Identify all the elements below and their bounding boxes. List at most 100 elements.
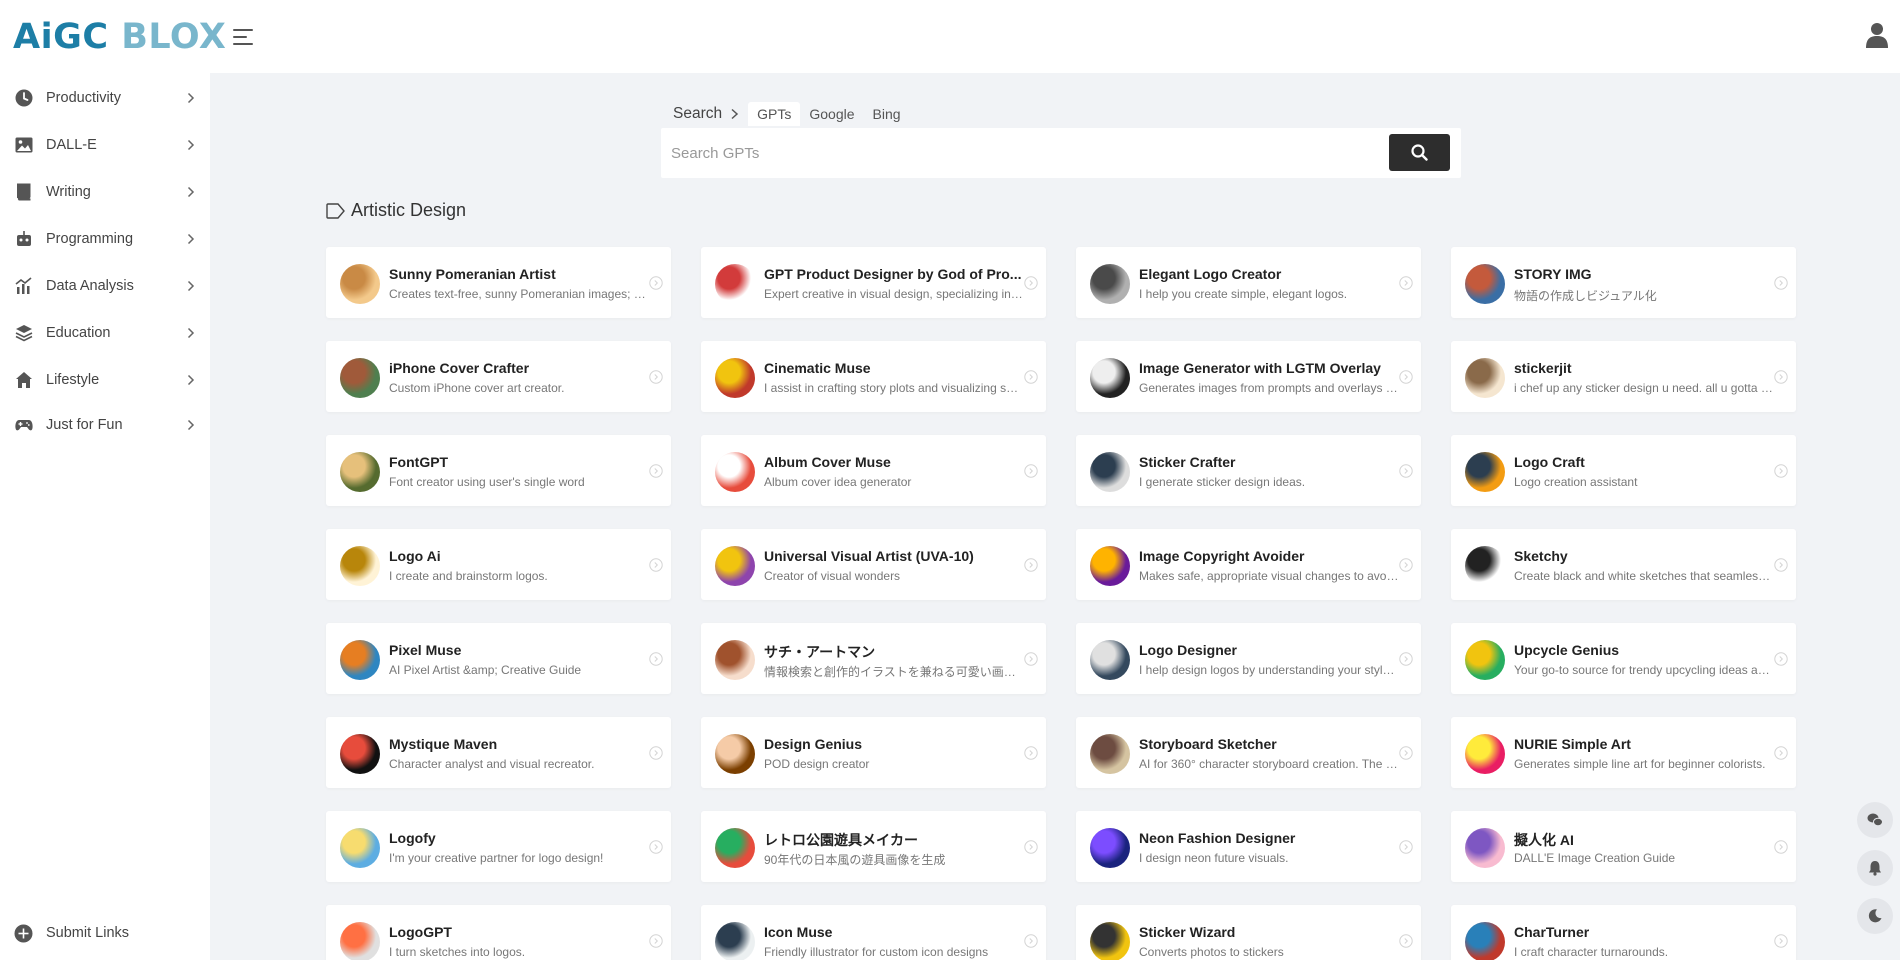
gpt-card[interactable]: Elegant Logo Creator I help you create si… xyxy=(1076,247,1421,318)
gpt-card-description: 物語の作成しビジュアル化 xyxy=(1514,289,1657,303)
search-button[interactable] xyxy=(1389,134,1450,171)
gpt-avatar xyxy=(340,922,380,960)
arrow-right-circle-icon[interactable] xyxy=(1774,652,1788,666)
arrow-right-circle-icon[interactable] xyxy=(1024,652,1038,666)
arrow-right-circle-icon[interactable] xyxy=(649,934,663,948)
arrow-right-circle-icon[interactable] xyxy=(1399,276,1413,290)
arrow-right-circle-icon[interactable] xyxy=(1024,558,1038,572)
gpt-card[interactable]: Logo Craft Logo creation assistant xyxy=(1451,435,1796,506)
gpt-card[interactable]: Sketchy Create black and white sketches t… xyxy=(1451,529,1796,600)
gpt-card-description: I craft character turnarounds. xyxy=(1514,945,1669,959)
home-icon xyxy=(16,372,32,388)
arrow-right-circle-icon[interactable] xyxy=(1399,934,1413,948)
tab-bing[interactable]: Bing xyxy=(864,102,910,126)
gpt-card-title: Image Generator with LGTM Overlay xyxy=(1139,360,1381,376)
arrow-right-circle-icon[interactable] xyxy=(1774,464,1788,478)
gpt-avatar xyxy=(1090,828,1130,868)
gpt-card[interactable]: Storyboard Sketcher AI for 360° character… xyxy=(1076,717,1421,788)
arrow-right-circle-icon[interactable] xyxy=(1774,840,1788,854)
gpt-card[interactable]: STORY IMG 物語の作成しビジュアル化 xyxy=(1451,247,1796,318)
arrow-right-circle-icon[interactable] xyxy=(1024,464,1038,478)
gpt-card[interactable]: Album Cover Muse Album cover idea generat… xyxy=(701,435,1046,506)
gpt-card[interactable]: Sticker Wizard Converts photos to sticker… xyxy=(1076,905,1421,960)
arrow-right-circle-icon[interactable] xyxy=(649,464,663,478)
gpt-card[interactable]: LogoGPT I turn sketches into logos. xyxy=(326,905,671,960)
gpt-card[interactable]: Universal Visual Artist (UVA-10) Creator … xyxy=(701,529,1046,600)
sidebar-item-lifestyle[interactable]: Lifestyle xyxy=(0,360,210,400)
gpt-card[interactable]: FontGPT Font creator using user's single … xyxy=(326,435,671,506)
search-input[interactable] xyxy=(671,138,1391,168)
gpt-card[interactable]: Mystique Maven Character analyst and visu… xyxy=(326,717,671,788)
arrow-right-circle-icon[interactable] xyxy=(1399,558,1413,572)
gpt-card-title: Icon Muse xyxy=(764,924,833,940)
arrow-right-circle-icon[interactable] xyxy=(1024,276,1038,290)
gpt-card[interactable]: Logo Ai I create and brainstorm logos. xyxy=(326,529,671,600)
gpt-avatar xyxy=(1465,922,1505,960)
arrow-right-circle-icon[interactable] xyxy=(1774,934,1788,948)
arrow-right-circle-icon[interactable] xyxy=(1024,370,1038,384)
arrow-right-circle-icon[interactable] xyxy=(1774,746,1788,760)
gpt-avatar xyxy=(1090,546,1130,586)
site-logo[interactable]: AiGC BLOX xyxy=(13,14,226,60)
menu-toggle-button[interactable] xyxy=(233,26,257,48)
gpt-avatar xyxy=(1465,828,1505,868)
arrow-right-circle-icon[interactable] xyxy=(1024,934,1038,948)
gpt-card[interactable]: Logofy I'm your creative partner for logo… xyxy=(326,811,671,882)
sidebar-item-dall-e[interactable]: DALL-E xyxy=(0,125,210,165)
tab-google[interactable]: Google xyxy=(800,102,863,126)
tab-gpts[interactable]: GPTs xyxy=(748,102,801,126)
gpt-card[interactable]: stickerjit i chef up any sticker design u… xyxy=(1451,341,1796,412)
gpt-card[interactable]: Upcycle Genius Your go-to source for tren… xyxy=(1451,623,1796,694)
dark-mode-button[interactable] xyxy=(1857,898,1893,934)
gpt-card[interactable]: Image Copyright Avoider Makes safe, appro… xyxy=(1076,529,1421,600)
gpt-card[interactable]: 擬人化 AI DALL'E Image Creation Guide xyxy=(1451,811,1796,882)
wechat-button[interactable] xyxy=(1857,802,1893,838)
arrow-right-circle-icon[interactable] xyxy=(649,652,663,666)
sidebar-item-education[interactable]: Education xyxy=(0,313,210,353)
arrow-right-circle-icon[interactable] xyxy=(1399,746,1413,760)
notification-button[interactable] xyxy=(1857,850,1893,886)
gpt-card[interactable]: GPT Product Designer by God of Pro... Exp… xyxy=(701,247,1046,318)
sidebar-item-writing[interactable]: Writing xyxy=(0,172,210,212)
gpt-card-description: AI Pixel Artist &amp; Creative Guide xyxy=(389,663,582,677)
gpt-card[interactable]: レトロ公園遊具メイカー 90年代の日本風の遊具画像を生成 xyxy=(701,811,1046,882)
arrow-right-circle-icon[interactable] xyxy=(1774,558,1788,572)
arrow-right-circle-icon[interactable] xyxy=(1024,840,1038,854)
arrow-right-circle-icon[interactable] xyxy=(1399,370,1413,384)
arrow-right-circle-icon[interactable] xyxy=(1399,464,1413,478)
arrow-right-circle-icon[interactable] xyxy=(1774,370,1788,384)
sidebar-item-just-for-fun[interactable]: Just for Fun xyxy=(0,405,210,445)
gamepad-icon xyxy=(15,420,33,431)
gpt-card[interactable]: CharTurner I craft character turnarounds. xyxy=(1451,905,1796,960)
arrow-right-circle-icon[interactable] xyxy=(649,558,663,572)
user-icon[interactable] xyxy=(1866,22,1888,48)
sidebar-item-productivity[interactable]: Productivity xyxy=(0,78,210,118)
gpt-card[interactable]: Icon Muse Friendly illustrator for custom… xyxy=(701,905,1046,960)
arrow-right-circle-icon[interactable] xyxy=(1399,840,1413,854)
arrow-right-circle-icon[interactable] xyxy=(649,840,663,854)
gpt-card-title: Sticker Crafter xyxy=(1139,454,1236,470)
arrow-right-circle-icon[interactable] xyxy=(1399,652,1413,666)
gpt-card-title: GPT Product Designer by God of Pro... xyxy=(764,266,1022,282)
gpt-card[interactable]: Cinematic Muse I assist in crafting story… xyxy=(701,341,1046,412)
arrow-right-circle-icon[interactable] xyxy=(649,746,663,760)
gpt-card[interactable]: Pixel Muse AI Pixel Artist &amp; Creative… xyxy=(326,623,671,694)
gpt-card[interactable]: NURIE Simple Art Generates simple line ar… xyxy=(1451,717,1796,788)
sidebar-item-data-analysis[interactable]: Data Analysis xyxy=(0,266,210,306)
gpt-card[interactable]: Design Genius POD design creator xyxy=(701,717,1046,788)
arrow-right-circle-icon[interactable] xyxy=(649,276,663,290)
gpt-card[interactable]: Image Generator with LGTM Overlay Generat… xyxy=(1076,341,1421,412)
gpt-card[interactable]: Sticker Crafter I generate sticker design… xyxy=(1076,435,1421,506)
gpt-card[interactable]: Logo Designer I help design logos by unde… xyxy=(1076,623,1421,694)
arrow-right-circle-icon[interactable] xyxy=(649,370,663,384)
gpt-card[interactable]: サチ・アートマン 情報検索と創作的イラストを兼ねる可愛い画家... xyxy=(701,623,1046,694)
gpt-card[interactable]: Neon Fashion Designer I design neon futur… xyxy=(1076,811,1421,882)
gpt-avatar xyxy=(340,452,380,492)
arrow-right-circle-icon[interactable] xyxy=(1774,276,1788,290)
arrow-right-circle-icon[interactable] xyxy=(1024,746,1038,760)
gpt-card[interactable]: Sunny Pomeranian Artist Creates text-free… xyxy=(326,247,671,318)
sidebar-item-programming[interactable]: Programming xyxy=(0,219,210,259)
gpt-card[interactable]: iPhone Cover Crafter Custom iPhone cover … xyxy=(326,341,671,412)
gpt-avatar xyxy=(715,264,755,304)
submit-links-button[interactable]: Submit Links xyxy=(0,913,210,953)
